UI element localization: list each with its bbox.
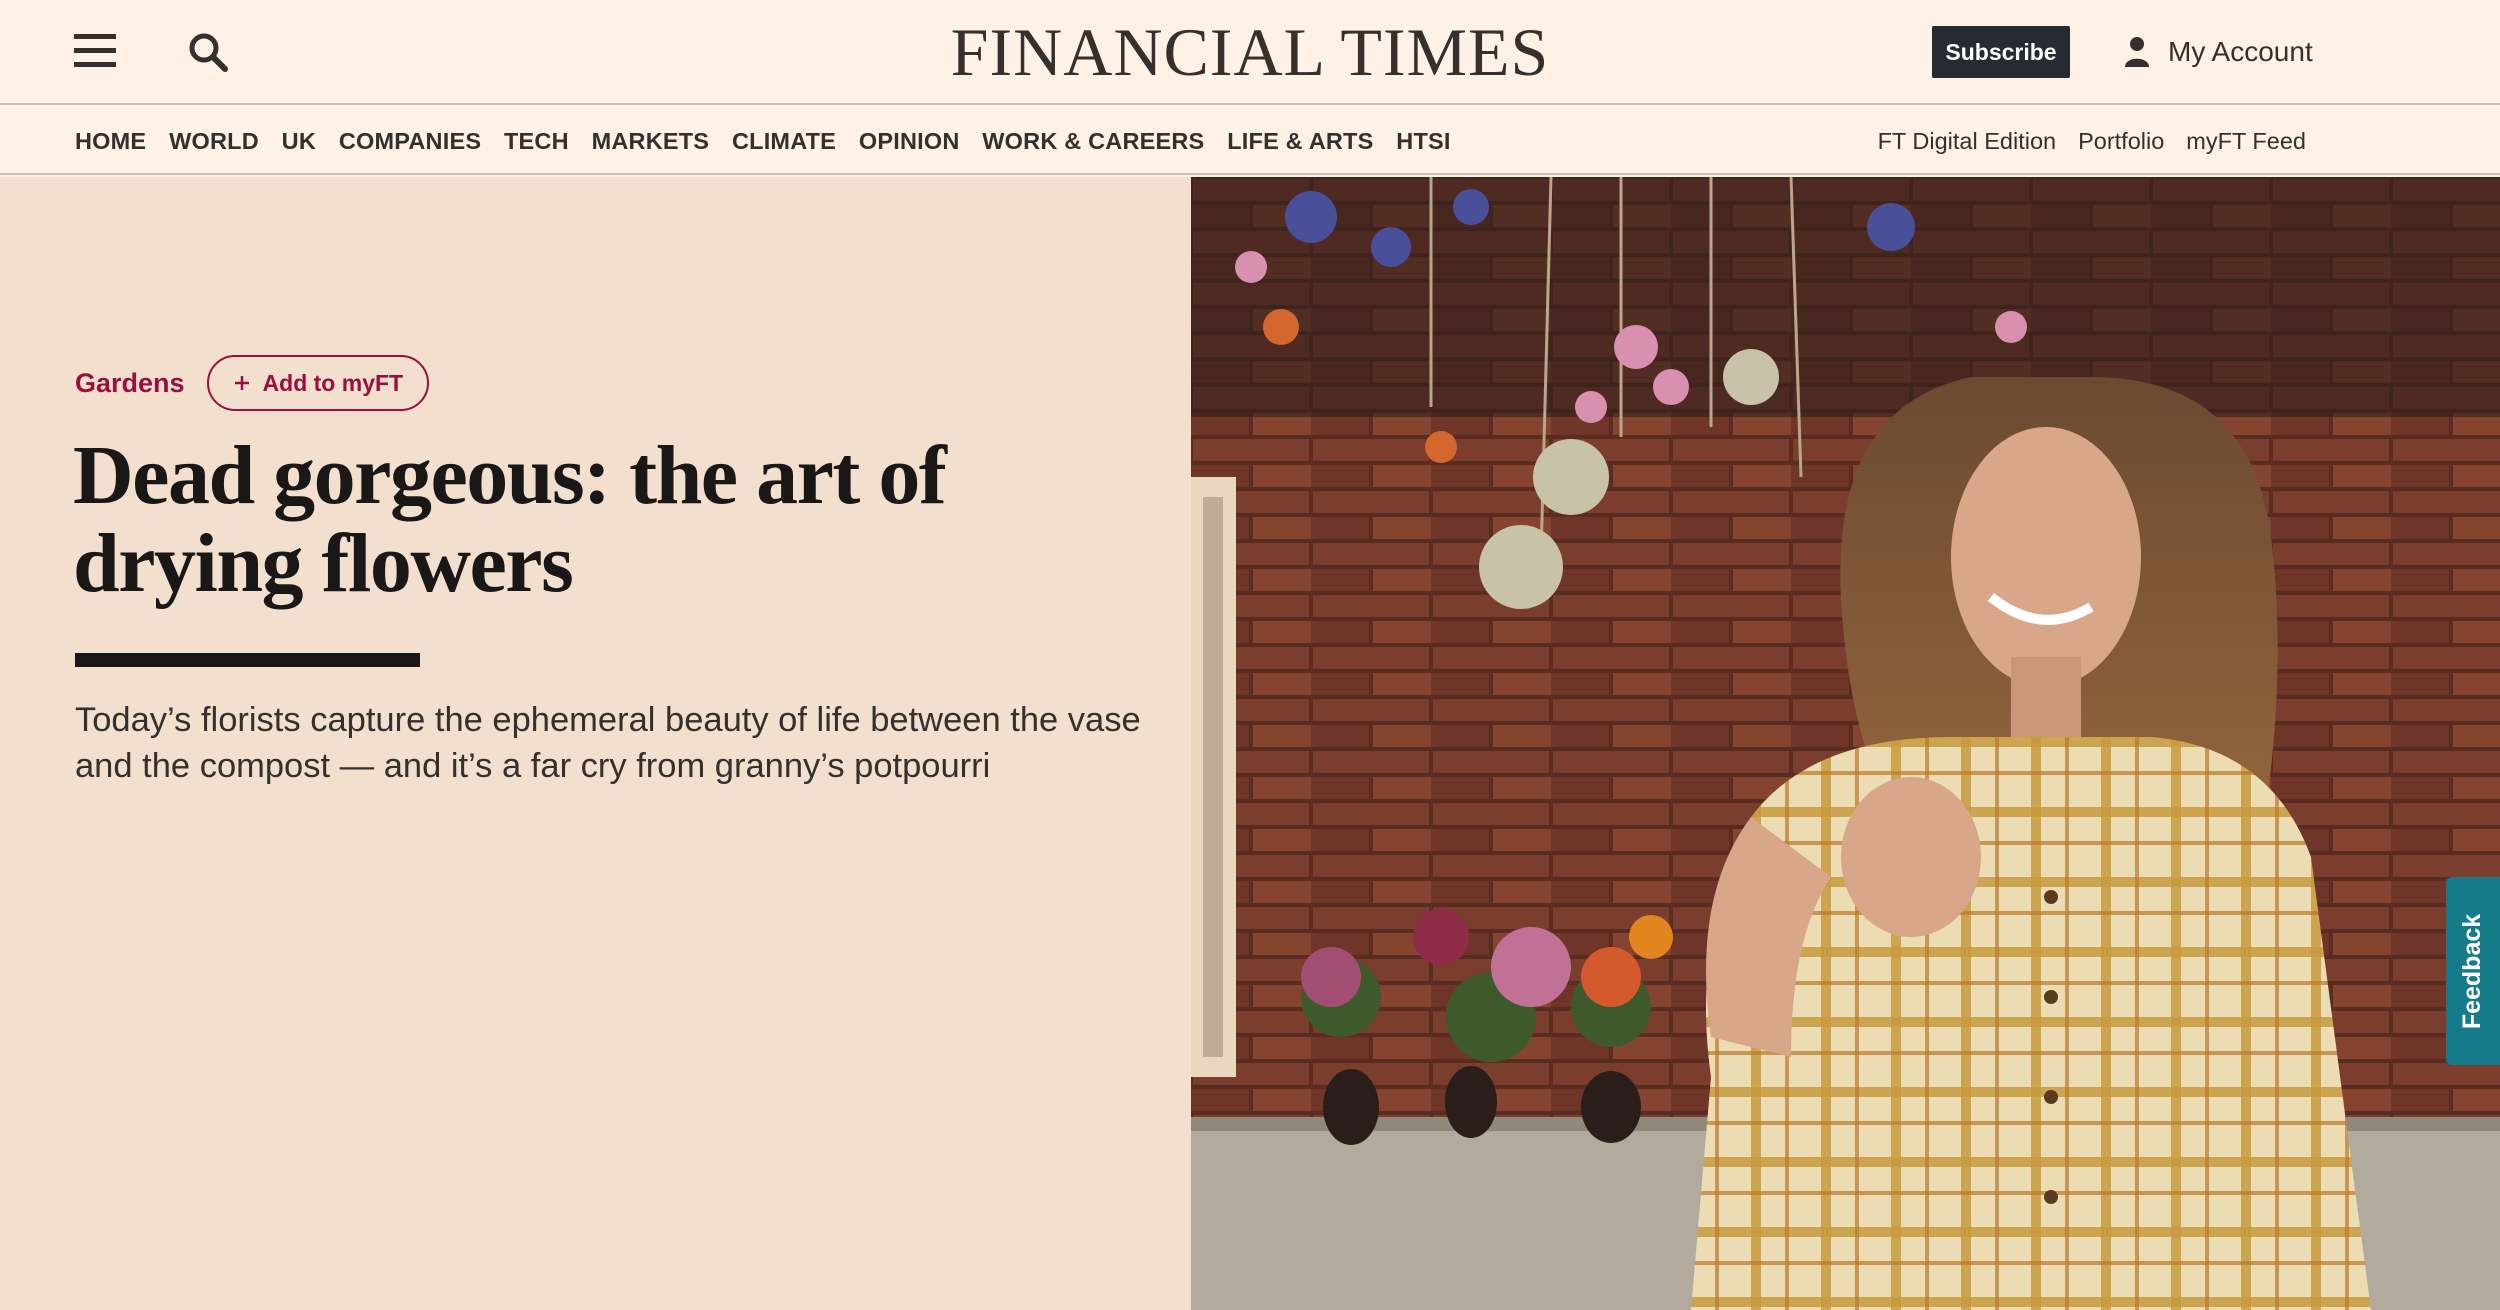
headline-divider: [75, 653, 420, 667]
nav-companies[interactable]: COMPANIES: [339, 128, 481, 155]
article-standfirst: Today’s florists capture the ephemeral b…: [75, 701, 1141, 785]
subscribe-button[interactable]: Subscribe: [1932, 26, 2070, 78]
feedback-label: Feedback: [2458, 913, 2487, 1029]
article-topic-row: Gardens Add to myFT: [75, 355, 430, 411]
nav-markets[interactable]: MARKETS: [592, 128, 710, 155]
hamburger-menu-icon[interactable]: [74, 34, 116, 68]
nav-opinion[interactable]: OPINION: [859, 128, 960, 155]
nav-life-arts[interactable]: LIFE & ARTS: [1227, 128, 1373, 155]
topic-link-gardens[interactable]: Gardens: [75, 368, 185, 399]
my-account-link[interactable]: My Account: [2124, 32, 2313, 72]
search-icon[interactable]: [186, 30, 230, 74]
nav-myft-feed[interactable]: myFT Feed: [2186, 128, 2306, 155]
plus-icon: [234, 376, 249, 390]
nav-ft-digital-edition[interactable]: FT Digital Edition: [1878, 128, 2057, 155]
woman-with-dried-flowers-photo: [1191, 177, 2500, 1310]
nav-world[interactable]: WORLD: [169, 128, 259, 155]
nav-climate[interactable]: CLIMATE: [732, 128, 836, 155]
main-navigation: HOME WORLD UK COMPANIES TECH MARKETS CLI…: [0, 107, 2500, 175]
my-account-label: My Account: [2168, 36, 2313, 67]
top-header: FINANCIAL TIMES Subscribe My Account: [0, 0, 2500, 105]
nav-htsi[interactable]: HTSI: [1396, 128, 1450, 155]
add-to-myft-button[interactable]: Add to myFT: [206, 355, 430, 411]
article-headline: Dead gorgeous: the art of drying flowers: [73, 429, 947, 610]
user-icon: [2125, 37, 2149, 67]
nav-home[interactable]: HOME: [75, 128, 146, 155]
primary-nav: HOME WORLD UK COMPANIES TECH MARKETS CLI…: [75, 107, 1473, 175]
secondary-nav: FT Digital Edition Portfolio myFT Feed: [1878, 107, 2306, 175]
add-to-myft-label: Add to myFT: [262, 369, 404, 396]
feedback-tab[interactable]: Feedback: [2446, 877, 2500, 1065]
nav-uk[interactable]: UK: [282, 128, 316, 155]
nav-tech[interactable]: TECH: [504, 128, 569, 155]
nav-portfolio[interactable]: Portfolio: [2078, 128, 2164, 155]
nav-work-careers[interactable]: WORK & CAREERS: [982, 128, 1204, 155]
